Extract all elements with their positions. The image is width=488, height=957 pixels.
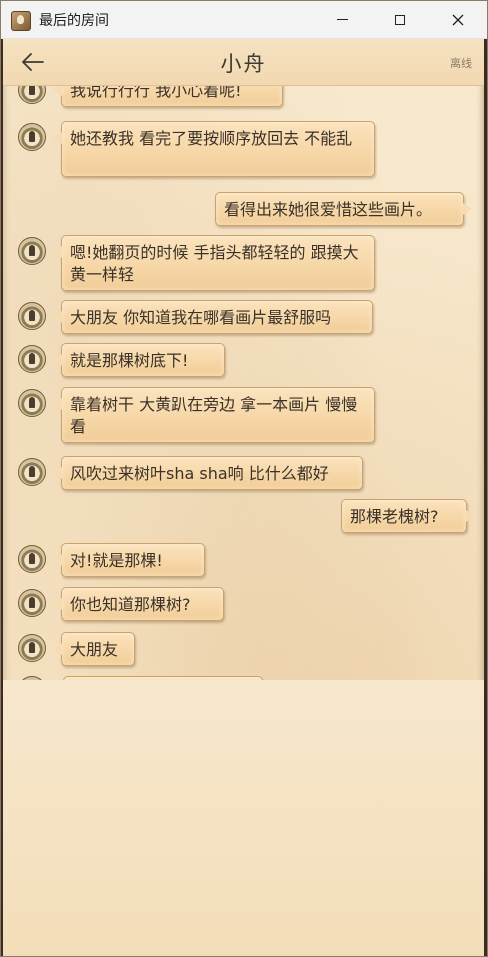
message-row: 你也知道那棵树?	[3, 585, 484, 625]
message-row: 我说行行行 我小心着呢!	[3, 85, 484, 113]
minimize-button[interactable]	[313, 1, 371, 38]
chat-header: 小舟 离线	[3, 39, 484, 86]
message-row: 风吹过来树叶sha sha响 比什么都好	[3, 454, 484, 494]
contact-avatar[interactable]	[18, 123, 46, 151]
minimize-icon	[336, 19, 348, 20]
message-text: 嗯!她翻页的时候 手指头都轻轻的 跟摸大黄一样轻	[70, 243, 359, 284]
message-bubble[interactable]: 对!就是那棵!	[53, 543, 205, 577]
message-row: 靠着树干 大黄趴在旁边 拿一本画片 慢慢看	[3, 385, 484, 445]
message-text: 她还教我 看完了要按顺序放回去 不能乱	[70, 129, 353, 148]
message-row: 她还教我 看完了要按顺序放回去 不能乱	[3, 119, 484, 179]
maximize-icon	[395, 14, 405, 25]
message-bubble[interactable]: 就是那棵树底下!	[53, 343, 225, 377]
message-bubble[interactable]: 我说行行行 我小心着呢!	[53, 85, 283, 107]
online-status: 离线	[450, 57, 472, 70]
close-button[interactable]	[429, 1, 487, 38]
contact-avatar[interactable]	[18, 237, 46, 265]
message-text: 靠着树干 大黄趴在旁边 拿一本画片 慢慢看	[70, 395, 358, 436]
message-text: 大朋友 你知道我在哪看画片最舒服吗	[70, 308, 332, 327]
message-text: 那棵老槐树?	[350, 507, 439, 526]
message-bubble[interactable]: 大朋友 你知道我在哪看画片最舒服吗	[53, 300, 373, 334]
message-text: 看得出来她很爱惜这些画片。	[224, 200, 433, 219]
close-icon	[452, 14, 464, 25]
message-row: 那棵老槐树?	[3, 497, 484, 537]
message-row: 对!就是那棵!	[3, 541, 484, 581]
window-title: 最后的房间	[39, 13, 109, 29]
message-text: 我说行行行 我小心着呢!	[70, 85, 242, 100]
message-bubble[interactable]: 嗯!她翻页的时候 手指头都轻轻的 跟摸大黄一样轻	[53, 235, 375, 291]
contact-avatar[interactable]	[18, 85, 46, 104]
list-fade	[3, 680, 484, 956]
message-text: 就是那棵树底下!	[70, 351, 189, 370]
message-bubble[interactable]: 你也知道那棵树?	[53, 587, 224, 621]
message-text: 风吹过来树叶sha sha响 比什么都好	[70, 464, 329, 483]
chat-screen: 小舟 离线 我说行行行 我小心着呢! 她还教我 看完了要按顺序放回去 不能乱 看…	[3, 39, 484, 956]
title-bar[interactable]: 最后的房间	[1, 1, 487, 39]
contact-avatar[interactable]	[18, 458, 46, 486]
message-bubble[interactable]: 靠着树干 大黄趴在旁边 拿一本画片 慢慢看	[53, 387, 375, 443]
contact-name: 小舟	[220, 52, 267, 76]
message-row: 大朋友 你知道我在哪看画片最舒服吗	[3, 298, 484, 338]
message-bubble[interactable]: 大朋友	[53, 632, 135, 666]
message-list[interactable]: 我说行行行 我小心着呢! 她还教我 看完了要按顺序放回去 不能乱 看得出来她很爱…	[3, 85, 484, 956]
message-row: 大朋友	[3, 630, 484, 670]
message-bubble[interactable]: 风吹过来树叶sha sha响 比什么都好	[53, 456, 363, 490]
contact-avatar[interactable]	[18, 302, 46, 330]
app-window: 最后的房间 小舟 离线 我说行行行 我小心着呢! 她还教我 看完了要按顺序放回去…	[0, 0, 488, 957]
message-bubble[interactable]: 那棵老槐树?	[341, 499, 475, 533]
message-text: 大朋友	[70, 640, 119, 659]
contact-avatar[interactable]	[18, 345, 46, 373]
contact-avatar[interactable]	[18, 389, 46, 417]
message-bubble[interactable]: 她还教我 看完了要按顺序放回去 不能乱	[53, 121, 375, 177]
contact-avatar[interactable]	[18, 545, 46, 573]
app-icon	[11, 11, 31, 31]
message-text: 对!就是那棵!	[70, 551, 163, 570]
message-text: 你也知道那棵树?	[70, 595, 191, 614]
message-bubble[interactable]: 看得出来她很爱惜这些画片。	[215, 192, 472, 226]
contact-avatar[interactable]	[18, 634, 46, 662]
message-row: 看得出来她很爱惜这些画片。	[3, 190, 484, 230]
maximize-button[interactable]	[371, 1, 429, 38]
message-row: 就是那棵树底下!	[3, 341, 484, 381]
message-row: 嗯!她翻页的时候 手指头都轻轻的 跟摸大黄一样轻	[3, 233, 484, 293]
contact-avatar[interactable]	[18, 589, 46, 617]
